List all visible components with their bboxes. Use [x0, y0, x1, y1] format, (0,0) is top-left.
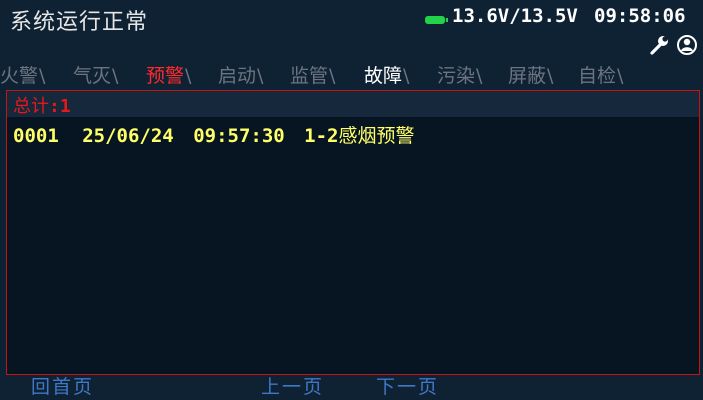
event-address: 1-2: [304, 125, 339, 147]
tab-startup[interactable]: 启动\: [218, 62, 263, 90]
next-page-button[interactable]: 下一页: [376, 375, 439, 400]
clock: 09:58:06: [594, 5, 686, 27]
tab-gas-extinguish[interactable]: 气灭\: [73, 62, 118, 90]
list-item[interactable]: 0001 25/06/24 09:57:30 1-2感烟预警: [13, 121, 415, 147]
total-summary-row: 总计:1: [7, 91, 699, 117]
event-index: 0001: [13, 125, 59, 147]
event-time: 09:57:30: [193, 125, 285, 147]
system-status-text: 系统运行正常: [10, 10, 149, 35]
home-page-button[interactable]: 回首页: [31, 375, 94, 400]
tab-fault[interactable]: 故障\: [364, 62, 409, 90]
status-bar: 系统运行正常 13.6V/13.5V 09:58:06: [0, 0, 703, 58]
category-tabs: 火警\ 气灭\ 预警\ 启动\ 监管\ 故障\ 污染\ 屏蔽\ 自检\: [0, 62, 703, 90]
voltage-readout: 13.6V/13.5V: [452, 5, 578, 27]
battery-icon: [425, 16, 448, 24]
tab-supervision[interactable]: 监管\: [290, 62, 335, 90]
prev-page-button[interactable]: 上一页: [261, 375, 324, 400]
wrench-icon[interactable]: [648, 34, 670, 56]
tab-shield[interactable]: 屏蔽\: [508, 62, 553, 90]
event-description: 感烟预警: [338, 125, 415, 147]
tab-self-check[interactable]: 自检\: [578, 62, 623, 90]
tab-fire-alarm[interactable]: 火警\: [0, 62, 45, 90]
user-icon[interactable]: [676, 34, 698, 56]
tab-pre-alarm[interactable]: 预警\: [146, 62, 191, 90]
event-date: 25/06/24: [82, 125, 174, 147]
page-navigation: 回首页 上一页 下一页: [0, 375, 703, 400]
tab-pollution[interactable]: 污染\: [437, 62, 482, 90]
event-list: 总计:1 0001 25/06/24 09:57:30 1-2感烟预警: [6, 90, 700, 375]
total-count: 总计:1: [13, 96, 71, 117]
